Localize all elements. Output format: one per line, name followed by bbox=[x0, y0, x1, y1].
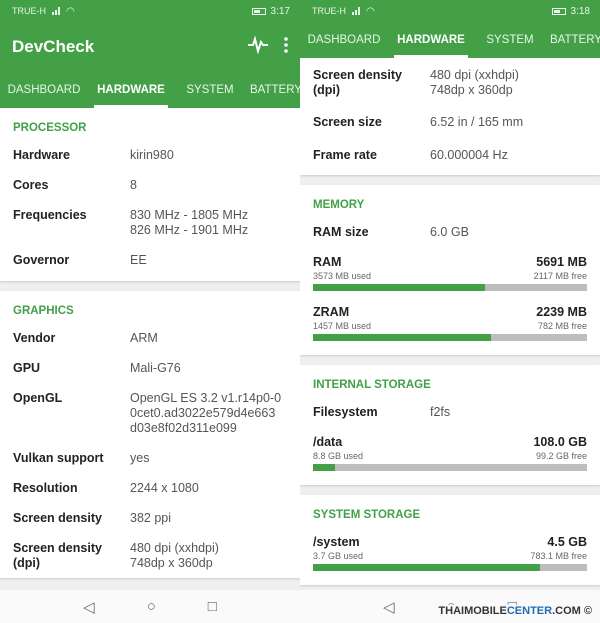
info-row: Vulkan support yes bbox=[13, 451, 150, 465]
ram-usage-bar bbox=[313, 284, 587, 291]
clock: 3:17 bbox=[270, 5, 290, 17]
info-row: Resolution 2244 x 1080 bbox=[13, 481, 199, 495]
back-icon[interactable]: ◁ bbox=[383, 598, 395, 616]
internal-storage-header: INTERNAL STORAGE bbox=[313, 379, 431, 391]
signal-icon bbox=[52, 7, 62, 15]
info-row: Screen density (dpi) 480 dpi (xxhdpi) 748dp… bbox=[13, 541, 219, 570]
wifi-icon: ◠ bbox=[66, 5, 75, 17]
home-icon[interactable]: ○ bbox=[147, 598, 156, 615]
tab-bar: DASHBOARD HARDWARE SYSTEM BATTERY bbox=[0, 72, 300, 108]
app-bar: DevCheck bbox=[0, 22, 300, 72]
tab-dashboard[interactable]: DASHBOARD bbox=[300, 22, 388, 58]
info-row: Filesystem f2fs bbox=[313, 405, 451, 419]
graphics-header: GRAPHICS bbox=[13, 305, 74, 317]
left-screen: TRUE-H ◠ 3:17 DevCheck DASHBOARD HARDWAR… bbox=[0, 0, 300, 623]
display-card: Screen density (dpi) 480 dpi (xxhdpi) 748dp… bbox=[300, 58, 600, 175]
back-icon[interactable]: ◁ bbox=[83, 598, 95, 616]
memory-card: MEMORY RAM size 6.0 GB RAM 5691 MB 3573 MB… bbox=[300, 185, 600, 355]
system-storage-header: SYSTEM STORAGE bbox=[313, 509, 421, 521]
info-row: Cores 8 bbox=[13, 178, 137, 192]
wifi-icon: ◠ bbox=[366, 5, 375, 17]
info-row: OpenGL OpenGL ES 3.2 v1.r14p0-0 0cet0.ad30… bbox=[13, 391, 282, 435]
info-row: Governor EE bbox=[13, 253, 147, 267]
signal-icon bbox=[352, 7, 362, 15]
watermark: THAIMOBILECENTER.COM © bbox=[438, 605, 592, 617]
tab-system[interactable]: SYSTEM bbox=[174, 72, 246, 108]
tab-bar: DASHBOARD HARDWARE SYSTEM BATTERY bbox=[300, 22, 600, 58]
zram-usage-bar bbox=[313, 334, 587, 341]
info-row: GPU Mali-G76 bbox=[13, 361, 181, 375]
recents-icon[interactable]: □ bbox=[208, 598, 217, 615]
pulse-icon[interactable] bbox=[248, 34, 268, 59]
info-row: Screen density 382 ppi bbox=[13, 511, 172, 525]
status-bar: TRUE-H ◠ 3:17 bbox=[0, 0, 300, 22]
info-row: Vendor ARM bbox=[13, 331, 158, 345]
carrier-label: TRUE-H bbox=[12, 6, 46, 16]
system-usage: /system 4.5 GB 3.7 GB used 783.1 MB free bbox=[300, 527, 600, 577]
carrier-label: TRUE-H bbox=[312, 6, 346, 16]
data-usage-bar bbox=[313, 464, 587, 471]
zram-usage: ZRAM 2239 MB 1457 MB used 782 MB free bbox=[300, 297, 600, 347]
ram-usage: RAM 5691 MB 3573 MB used 2117 MB free bbox=[300, 247, 600, 297]
graphics-card: GRAPHICS Vendor ARM GPU Mali-G76 OpenGL Ope… bbox=[0, 291, 300, 578]
more-vert-icon[interactable] bbox=[284, 36, 288, 58]
system-usage-bar bbox=[313, 564, 587, 571]
hardware-content: PROCESSOR Hardware kirin980 Cores 8 Freque… bbox=[0, 108, 300, 590]
info-row: RAM size 6.0 GB bbox=[313, 225, 469, 239]
info-row: Frequencies 830 MHz - 1805 MHz 826 MHz - 1… bbox=[13, 208, 249, 237]
battery-icon bbox=[251, 7, 266, 15]
tab-battery[interactable]: BATTERY bbox=[246, 72, 300, 108]
info-row: Screen size 6.52 in / 165 mm bbox=[313, 115, 524, 129]
hardware-content: Screen density (dpi) 480 dpi (xxhdpi) 748dp… bbox=[300, 58, 600, 590]
tab-hardware[interactable]: HARDWARE bbox=[88, 72, 174, 108]
processor-header: PROCESSOR bbox=[13, 122, 87, 134]
nav-bar: ◁ ○ □ bbox=[0, 590, 300, 623]
clock: 3:18 bbox=[570, 5, 590, 17]
tab-dashboard[interactable]: DASHBOARD bbox=[0, 72, 88, 108]
tab-hardware[interactable]: HARDWARE bbox=[388, 22, 474, 58]
status-bar: TRUE-H ◠ 3:18 bbox=[300, 0, 600, 22]
app-title: DevCheck bbox=[12, 37, 95, 56]
right-screen: TRUE-H ◠ 3:18 DASHBOARD HARDWARE SYSTEM … bbox=[300, 0, 600, 623]
info-row: Frame rate 60.000004 Hz bbox=[313, 148, 508, 162]
tab-battery[interactable]: BATTERY bbox=[546, 22, 600, 58]
internal-storage-card: INTERNAL STORAGE Filesystem f2fs /data 108… bbox=[300, 365, 600, 485]
info-row: Hardware kirin980 bbox=[13, 148, 174, 162]
system-storage-card: SYSTEM STORAGE /system 4.5 GB 3.7 GB used… bbox=[300, 495, 600, 585]
battery-icon bbox=[551, 7, 566, 15]
data-usage: /data 108.0 GB 8.8 GB used 99.2 GB free bbox=[300, 427, 600, 477]
info-row: Screen density (dpi) 480 dpi (xxhdpi) 748dp… bbox=[313, 68, 519, 97]
tab-system[interactable]: SYSTEM bbox=[474, 22, 546, 58]
processor-card: PROCESSOR Hardware kirin980 Cores 8 Freque… bbox=[0, 108, 300, 281]
memory-header: MEMORY bbox=[313, 199, 365, 211]
